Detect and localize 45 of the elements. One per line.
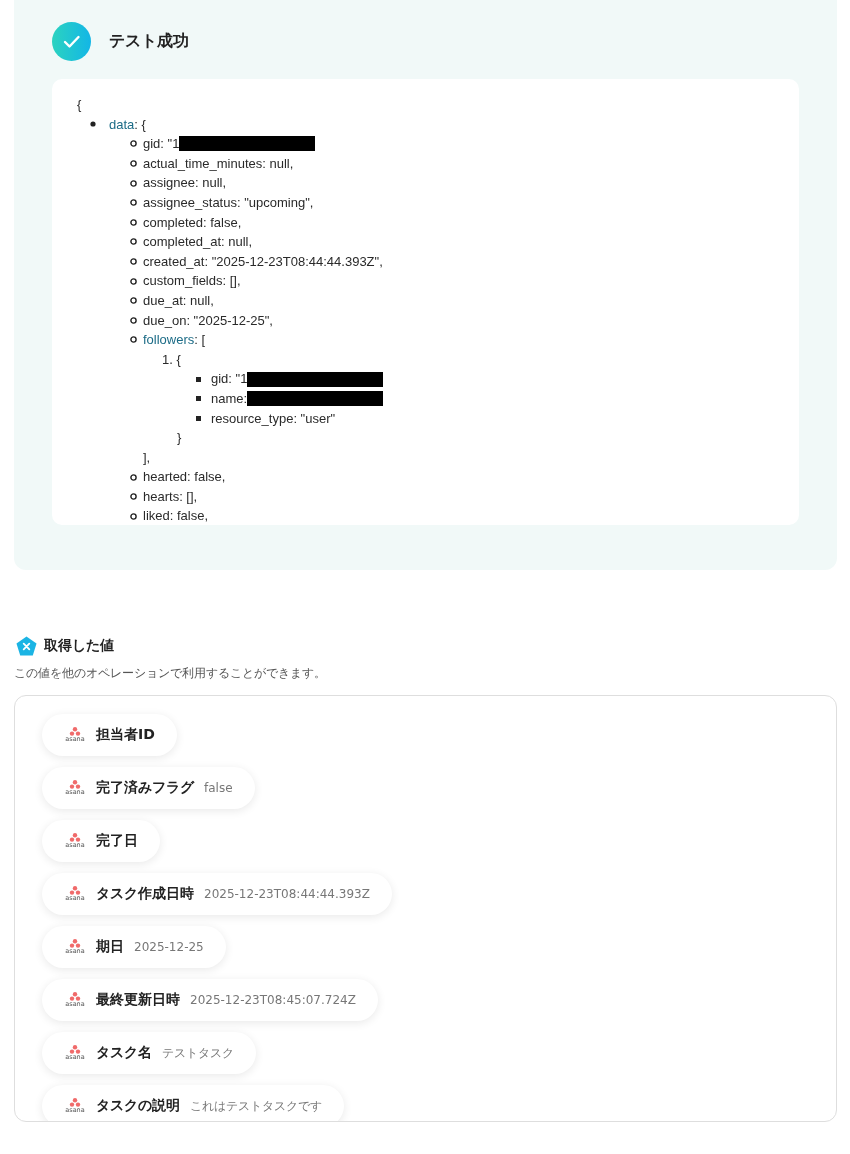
section-description: この値を他のオペレーションで利用することができます。 [14, 666, 327, 681]
bullet-icon [130, 238, 137, 246]
bullet-icon [90, 121, 96, 128]
code-line: completed: false, [143, 213, 242, 232]
bullet-icon [130, 512, 137, 520]
code-line: custom_fields: [], [143, 272, 241, 291]
code-line: due_at: null, [143, 291, 214, 310]
code-line: followers: [ [143, 331, 206, 350]
bullet-icon [130, 199, 137, 207]
code-line: data: { [109, 115, 146, 134]
code-line: assignee_status: "upcoming", [143, 193, 314, 212]
code-line: ], [143, 449, 151, 465]
code-line: { [176, 350, 181, 369]
code-line: gid: "1 [211, 370, 248, 389]
list-number: 1. [162, 350, 174, 369]
bullet-icon [130, 140, 137, 148]
code-line: } [177, 430, 182, 446]
code-line: actual_time_minutes: null, [143, 154, 294, 173]
code-line: resource_type: "user" [211, 409, 336, 428]
bullet-icon [196, 415, 201, 421]
code-line: hearts: [], [143, 487, 198, 506]
bullet-icon [130, 277, 137, 285]
result-title: テスト成功 [109, 31, 189, 52]
bullet-icon [130, 160, 137, 168]
bullet-icon [130, 316, 137, 324]
bullet-icon [130, 473, 137, 481]
code-line: gid: "1 [143, 135, 180, 154]
bullet-icon [130, 297, 137, 305]
code-line: { [77, 97, 82, 112]
bullet-icon [196, 376, 201, 382]
code-line: assignee: null, [143, 174, 227, 193]
bullet-icon [130, 179, 137, 187]
bullet-icon [196, 396, 201, 402]
bullet-icon [130, 218, 137, 226]
code-line: name: [211, 389, 248, 408]
code-line: completed_at: null, [143, 233, 253, 252]
variable-icon [16, 636, 37, 656]
code-line: created_at: "2025-12-23T08:44:44.393Z", [143, 252, 383, 271]
bullet-icon [130, 493, 137, 501]
section-title: 取得した値 [44, 637, 114, 655]
code-line: hearted: false, [143, 468, 226, 487]
code-line: liked: false, [143, 507, 209, 525]
code-line: due_on: "2025-12-25", [143, 311, 273, 330]
bullet-icon [130, 258, 137, 266]
bullet-icon [130, 336, 137, 344]
